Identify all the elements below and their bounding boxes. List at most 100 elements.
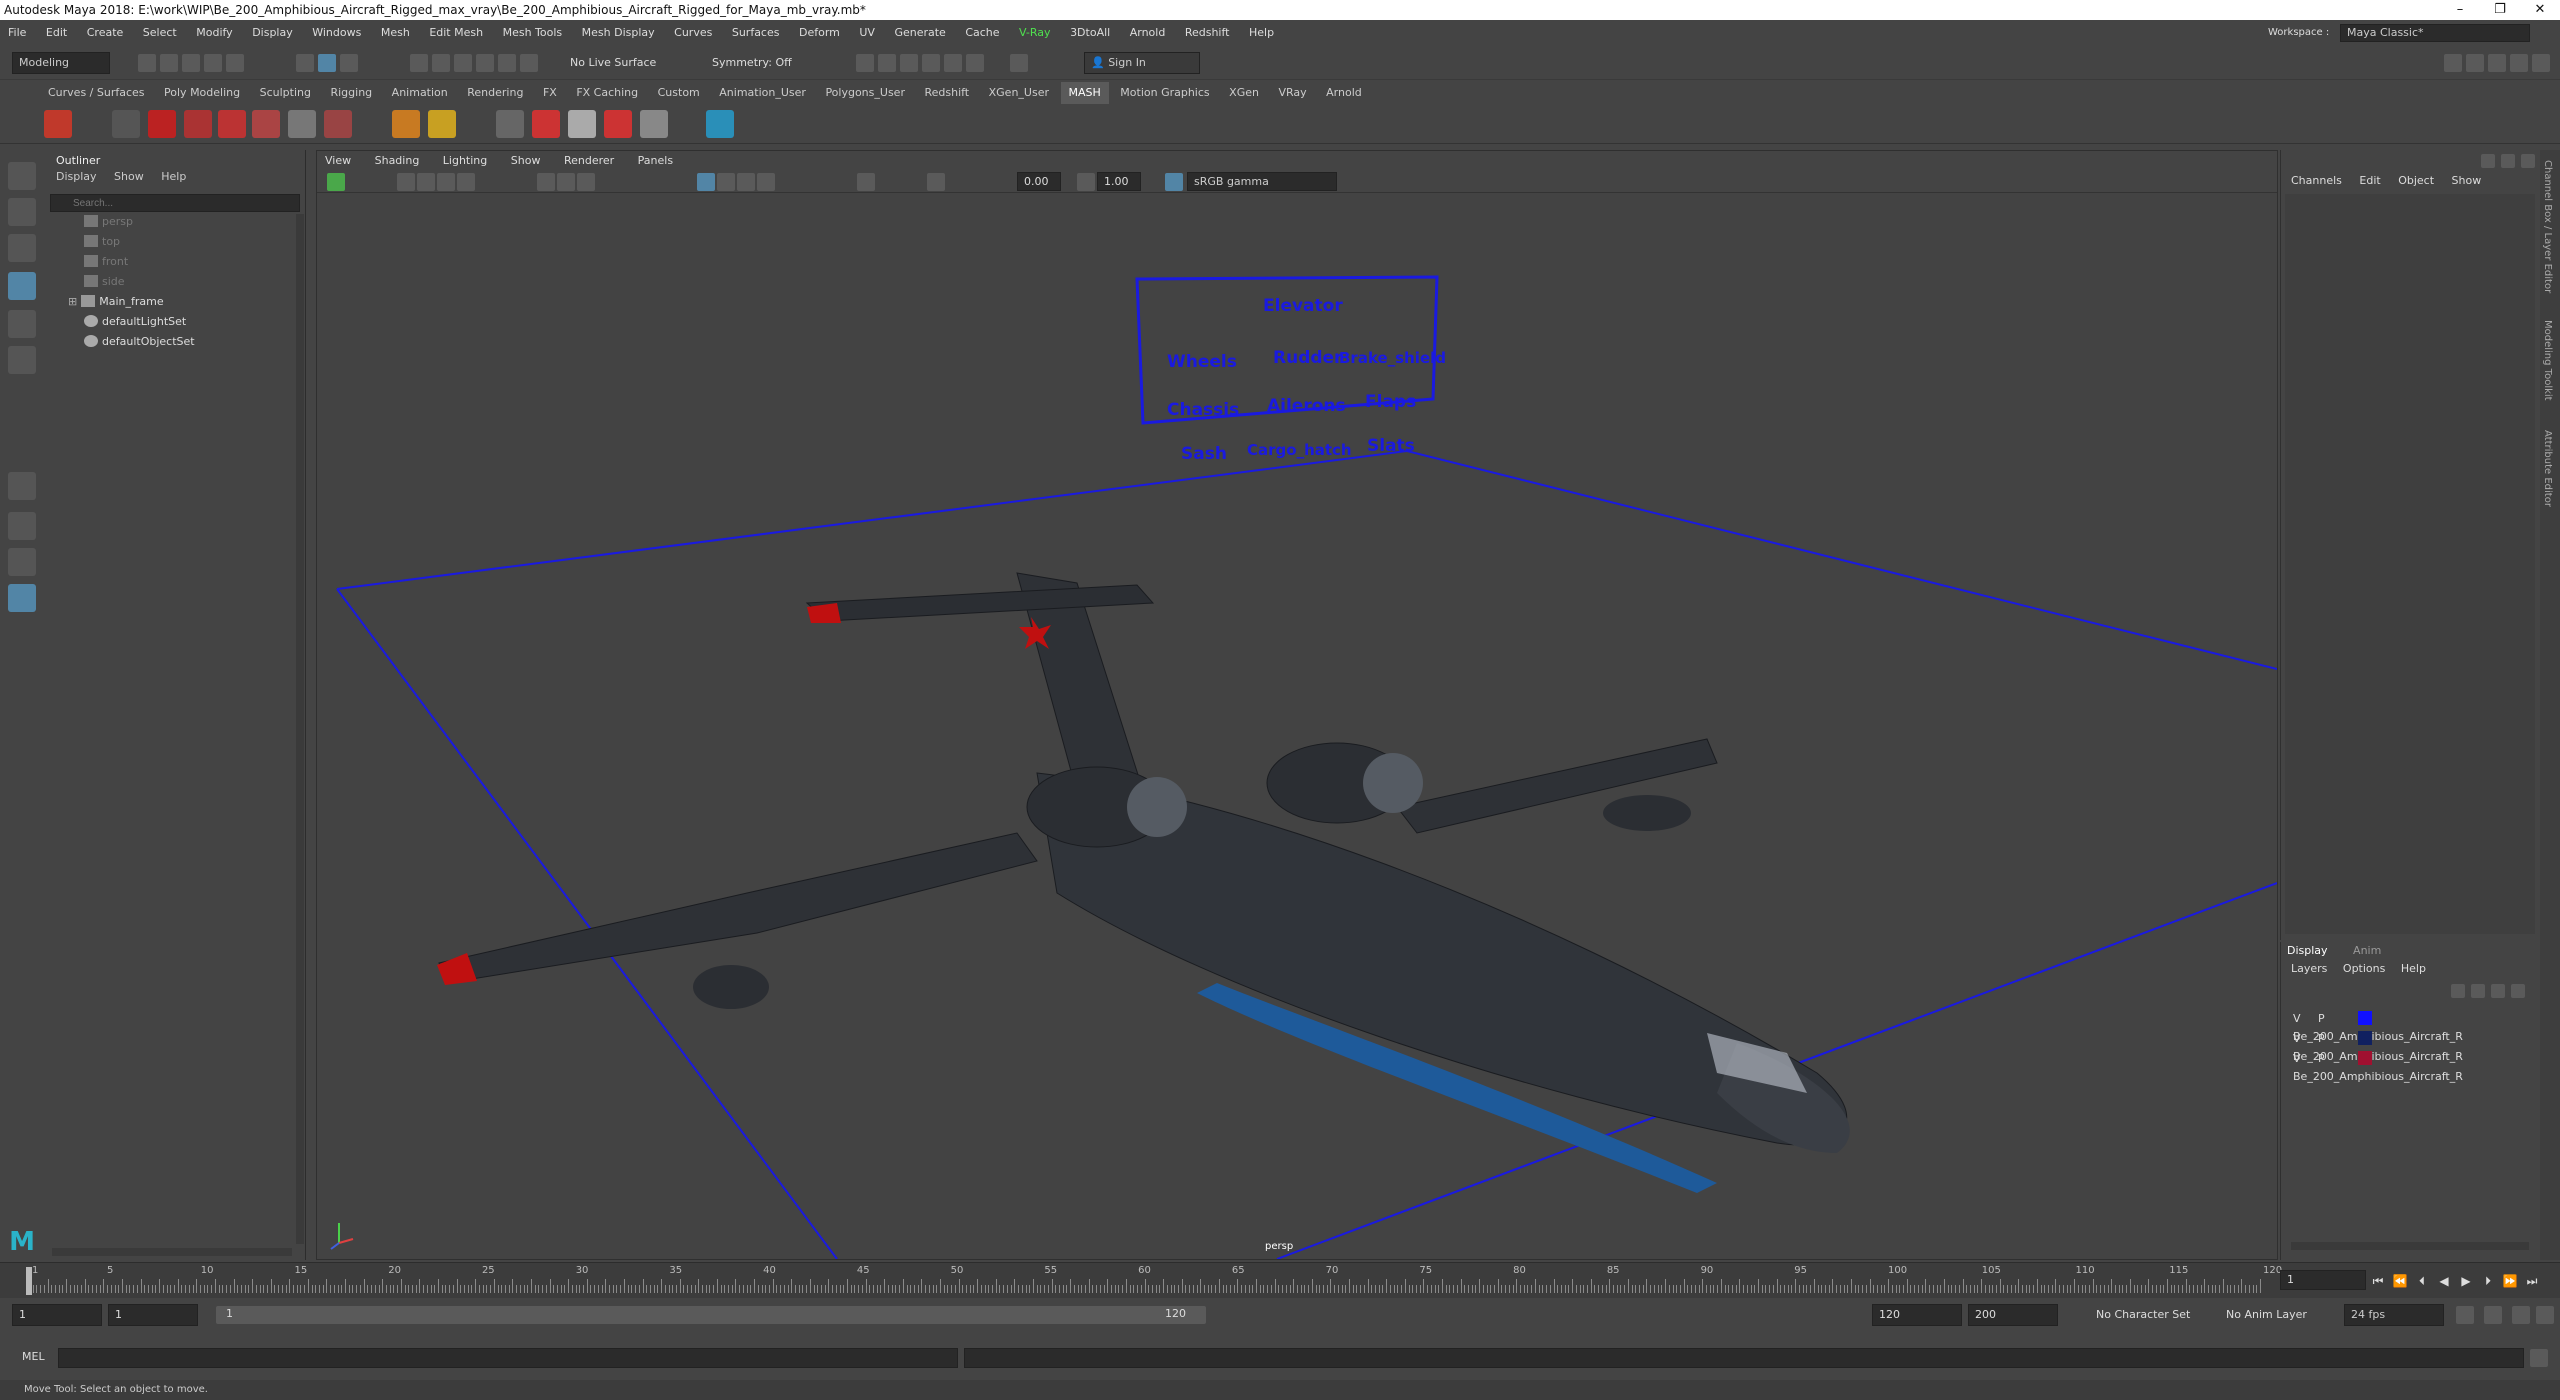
symmetry-label[interactable]: Symmetry: Off: [712, 56, 792, 69]
viewport-menu-show[interactable]: Show: [511, 154, 541, 167]
menu-curves[interactable]: Curves: [666, 22, 720, 44]
channel-box-menu-show[interactable]: Show: [2452, 174, 2482, 187]
loop-icon[interactable]: [2456, 1306, 2474, 1324]
mash-render-icon[interactable]: [640, 110, 668, 138]
channel-box-toggle-icon[interactable]: [2481, 154, 2495, 168]
control-cargo-hatch[interactable]: Cargo_hatch: [1247, 441, 1352, 459]
layer-name[interactable]: Be_200_Amphibious_Aircraft_R: [2293, 1070, 2463, 1083]
move-layer-down-icon[interactable]: [2471, 984, 2485, 998]
shelf-tab-fx-caching[interactable]: FX Caching: [568, 82, 646, 104]
new-layer-icon[interactable]: [2491, 984, 2505, 998]
modeling-toolkit-icon[interactable]: [2444, 54, 2462, 72]
textured-icon[interactable]: [577, 173, 595, 191]
step-forward-key-icon[interactable]: ⏩: [2502, 1273, 2518, 1289]
menu-vray[interactable]: V-Ray: [1011, 22, 1059, 44]
control-wheels[interactable]: Wheels: [1167, 352, 1237, 372]
pause-icon[interactable]: [1010, 54, 1028, 72]
viewport-menu-view[interactable]: View: [325, 154, 351, 167]
menu-windows[interactable]: Windows: [304, 22, 369, 44]
two-view-icon[interactable]: [8, 548, 36, 576]
close-button[interactable]: ✕: [2520, 0, 2560, 20]
control-sash[interactable]: Sash: [1181, 444, 1227, 464]
menu-surfaces[interactable]: Surfaces: [724, 22, 788, 44]
menu-display[interactable]: Display: [244, 22, 301, 44]
gamma-field[interactable]: 1.00: [1097, 172, 1141, 191]
menu-modify[interactable]: Modify: [188, 22, 240, 44]
snap-vertex-icon[interactable]: [520, 54, 538, 72]
layer-tab-display[interactable]: Display: [2287, 944, 2328, 957]
layer-visibility-toggle[interactable]: V: [2293, 1052, 2301, 1065]
shelf-tab-polygons-user[interactable]: Polygons_User: [817, 82, 913, 104]
attribute-editor-icon[interactable]: [2466, 54, 2484, 72]
layer-playback-toggle[interactable]: P: [2318, 1052, 2325, 1065]
layer-row[interactable]: V P Be_200_Amphibious_Aircraft_R: [2293, 1050, 2533, 1083]
live-surface-label[interactable]: No Live Surface: [570, 56, 656, 69]
shelf-tab-rendering[interactable]: Rendering: [459, 82, 531, 104]
outliner-search-input[interactable]: [50, 194, 300, 212]
snap-point-icon[interactable]: [454, 54, 472, 72]
minimize-button[interactable]: –: [2440, 0, 2480, 20]
shelf-tab-mash[interactable]: MASH: [1060, 82, 1109, 104]
outliner-view-icon[interactable]: [8, 584, 36, 612]
shelf-tab-arnold[interactable]: Arnold: [1318, 82, 1370, 104]
side-tab-attribute-editor[interactable]: Attribute Editor: [2542, 430, 2553, 507]
step-forward-frame-icon[interactable]: ⏵: [2480, 1273, 2496, 1289]
shelf-tab-xgen-user[interactable]: XGen_User: [981, 82, 1057, 104]
isolate-select-icon[interactable]: [857, 173, 875, 191]
current-time-indicator[interactable]: [26, 1267, 32, 1295]
layer-color-swatch[interactable]: [2358, 1011, 2373, 1025]
current-frame-field[interactable]: 1: [2280, 1270, 2366, 1290]
paint-select-tool-icon[interactable]: [8, 234, 36, 262]
select-tool-icon[interactable]: [8, 162, 36, 190]
viewport-scene[interactable]: Elevator Wheels Rudder Brake_shield Chas…: [317, 193, 2277, 1259]
viewport-menu-shading[interactable]: Shading: [375, 154, 420, 167]
menuset-dropdown[interactable]: Modeling: [12, 52, 110, 74]
shelf-tab-animation[interactable]: Animation: [384, 82, 456, 104]
layer-row[interactable]: V P Be_200_Amphibious_Aircraft_R: [2293, 1030, 2533, 1063]
single-view-icon[interactable]: [8, 472, 36, 500]
shelf-tab-custom[interactable]: Custom: [650, 82, 708, 104]
outliner-item-default-light-set[interactable]: defaultLightSet: [84, 312, 186, 332]
anim-layer-dropdown[interactable]: No Anim Layer: [2226, 1308, 2307, 1321]
mash-outliner-icon[interactable]: [112, 110, 140, 138]
layer-color-swatch[interactable]: [2358, 1031, 2373, 1045]
layer-playback-toggle[interactable]: P: [2318, 1032, 2325, 1045]
bookmark-icon[interactable]: [397, 173, 415, 191]
sound-icon[interactable]: [2484, 1306, 2502, 1324]
outliner-menu-help[interactable]: Help: [161, 170, 186, 183]
animation-start-field[interactable]: 1: [12, 1304, 102, 1326]
undo-icon[interactable]: [204, 54, 222, 72]
menu-3dtoall[interactable]: 3DtoAll: [1062, 22, 1118, 44]
script-editor-icon[interactable]: [2530, 1349, 2548, 1367]
rotate-tool-icon[interactable]: [8, 310, 36, 338]
channel-box-menu-object[interactable]: Object: [2398, 174, 2434, 187]
control-slats[interactable]: Slats: [1367, 436, 1415, 456]
range-bar[interactable]: 1 120: [216, 1306, 1206, 1324]
time-slider[interactable]: 1 5 10 15 20 25 30 35 40 45 50 55 60 65 70 75 80 85 90 95 10…: [0, 1262, 2560, 1298]
mash-checker-icon[interactable]: [288, 110, 316, 138]
menu-select[interactable]: Select: [135, 22, 185, 44]
channel-box-menu-edit[interactable]: Edit: [2359, 174, 2380, 187]
sign-in-dropdown[interactable]: 👤 Sign In: [1084, 52, 1200, 74]
shelf-tab-curves-surfaces[interactable]: Curves / Surfaces: [40, 82, 153, 104]
shadows-icon[interactable]: [737, 173, 755, 191]
layer-color-swatch[interactable]: [2358, 1051, 2373, 1065]
step-back-frame-icon[interactable]: ⏴: [2414, 1273, 2430, 1289]
wireframe-icon[interactable]: [537, 173, 555, 191]
character-set-dropdown[interactable]: No Character Set: [2096, 1308, 2190, 1321]
menu-mesh-display[interactable]: Mesh Display: [574, 22, 663, 44]
svg-tool-icon[interactable]: [428, 110, 456, 138]
snap-grid-icon[interactable]: [410, 54, 428, 72]
render-sequence-icon[interactable]: [878, 54, 896, 72]
go-to-end-icon[interactable]: ⏭: [2524, 1273, 2540, 1289]
scale-tool-icon[interactable]: [8, 346, 36, 374]
menu-deform[interactable]: Deform: [791, 22, 848, 44]
render-view-icon[interactable]: [966, 54, 984, 72]
mash-curve-icon[interactable]: [184, 110, 212, 138]
shelf-tab-vray[interactable]: VRay: [1270, 82, 1314, 104]
playback-end-field[interactable]: 120: [1872, 1304, 1962, 1326]
viewport-menu-panels[interactable]: Panels: [638, 154, 673, 167]
channel-box-menu-channels[interactable]: Channels: [2291, 174, 2342, 187]
move-tool-icon[interactable]: [8, 272, 36, 300]
menu-help[interactable]: Help: [1241, 22, 1282, 44]
